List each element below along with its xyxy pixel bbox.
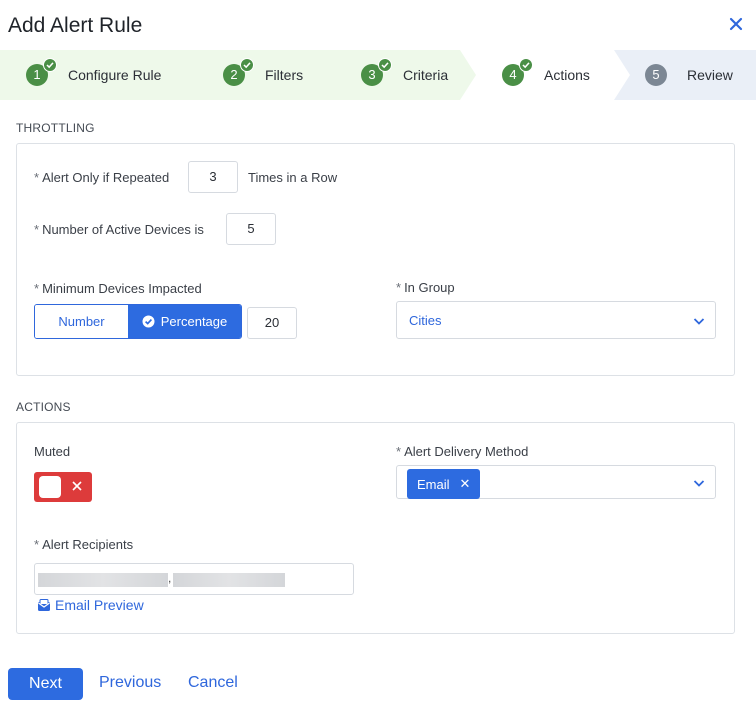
- chip-label: Email: [417, 476, 450, 492]
- muted-toggle[interactable]: [34, 472, 92, 502]
- required-asterisk: *: [34, 170, 40, 185]
- in-group-select[interactable]: Cities: [396, 301, 716, 339]
- check-icon: [378, 58, 392, 72]
- check-icon: [43, 58, 57, 72]
- toggle-knob: [39, 476, 61, 498]
- required-asterisk: *: [34, 537, 40, 552]
- chevron-down-icon: [693, 318, 705, 325]
- email-preview-label: Email Preview: [55, 597, 144, 613]
- redacted-recipient: [173, 573, 285, 587]
- recipients-label-text: Alert Recipients: [42, 537, 134, 552]
- redacted-recipient: [38, 573, 168, 587]
- recipient-separator: ,: [168, 571, 172, 585]
- step-number: 5: [645, 64, 667, 86]
- number-option[interactable]: Number: [35, 305, 128, 338]
- required-asterisk: *: [396, 280, 402, 295]
- recipients-label: * Alert Recipients: [34, 537, 133, 552]
- recipients-input[interactable]: ,: [34, 563, 354, 595]
- check-circle-icon: [142, 315, 155, 328]
- step-label: Filters: [265, 67, 304, 83]
- active-devices-label: * Number of Active Devices is: [34, 222, 204, 237]
- step-criteria[interactable]: 3 Criteria: [340, 50, 470, 100]
- step-configure-rule[interactable]: 1 Configure Rule: [0, 50, 200, 100]
- min-devices-input[interactable]: 20: [247, 307, 297, 339]
- step-label: Criteria: [403, 67, 449, 83]
- close-icon: [72, 481, 82, 491]
- percentage-option-label: Percentage: [160, 314, 228, 329]
- min-devices-mode-toggle: Number Percentage: [34, 304, 242, 339]
- active-devices-label-text: Number of Active Devices is: [42, 222, 204, 237]
- actions-panel: Muted * Alert Delivery Method Email ✕ * Al…: [16, 422, 735, 634]
- in-group-label-text: In Group: [404, 280, 455, 295]
- step-review[interactable]: 5 Review: [620, 50, 756, 100]
- percentage-option[interactable]: Percentage: [128, 305, 241, 338]
- dialog-title: Add Alert Rule: [8, 14, 143, 37]
- required-asterisk: *: [34, 222, 40, 237]
- step-label: Review: [687, 67, 733, 83]
- step-label: Actions: [544, 67, 590, 83]
- delivery-method-select[interactable]: Email ✕: [396, 465, 716, 499]
- dialog-footer: Next Previous Cancel: [0, 668, 756, 700]
- envelope-preview-icon: [38, 598, 50, 611]
- delivery-method-label: * Alert Delivery Method: [396, 444, 528, 459]
- step-label: Configure Rule: [68, 67, 162, 83]
- repeated-suffix: Times in a Row: [248, 170, 338, 185]
- in-group-label: * In Group: [396, 280, 455, 295]
- repeated-input[interactable]: 3: [188, 161, 238, 193]
- min-devices-label-text: Minimum Devices Impacted: [42, 281, 202, 296]
- min-devices-label: * Minimum Devices Impacted: [34, 281, 202, 296]
- repeated-label-text: Alert Only if Repeated: [42, 170, 170, 185]
- repeated-label: * Alert Only if Repeated: [34, 170, 169, 185]
- required-asterisk: *: [396, 444, 402, 459]
- active-devices-input[interactable]: 5: [226, 213, 276, 245]
- chip-remove-icon[interactable]: ✕: [460, 476, 471, 492]
- cancel-button[interactable]: Cancel: [188, 674, 238, 692]
- step-filters[interactable]: 2 Filters: [200, 50, 340, 100]
- dialog-header: Add Alert Rule: [0, 0, 756, 50]
- previous-button[interactable]: Previous: [99, 674, 161, 692]
- delivery-chip-email: Email ✕: [407, 469, 481, 499]
- chevron-down-icon: [693, 480, 705, 487]
- throttling-section-title: THROTTLING: [16, 121, 95, 135]
- actions-section-title: ACTIONS: [16, 400, 71, 414]
- step-actions[interactable]: 4 Actions: [480, 50, 614, 100]
- required-asterisk: *: [34, 281, 40, 296]
- check-icon: [240, 58, 254, 72]
- wizard-stepper: 1 Configure Rule 2 Filters 3 Criteria 4 …: [0, 50, 756, 100]
- muted-label: Muted: [34, 444, 71, 459]
- delivery-method-label-text: Alert Delivery Method: [404, 444, 529, 459]
- close-icon[interactable]: [728, 16, 744, 32]
- in-group-value: Cities: [409, 313, 442, 328]
- email-preview-link[interactable]: Email Preview: [37, 597, 144, 613]
- check-icon: [519, 58, 533, 72]
- next-button[interactable]: Next: [8, 668, 83, 700]
- throttling-panel: * Alert Only if Repeated 3 Times in a Row…: [16, 143, 735, 376]
